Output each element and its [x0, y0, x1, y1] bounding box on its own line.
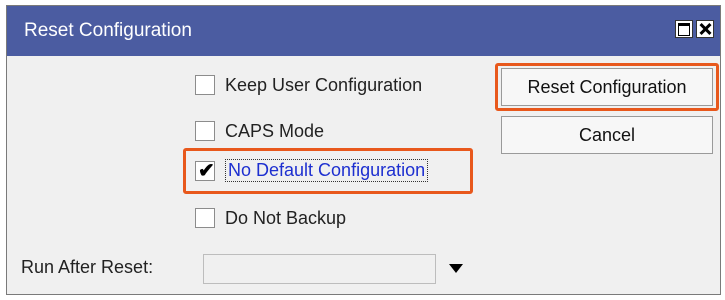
checkbox-label: Do Not Backup — [225, 208, 347, 228]
maximize-icon[interactable] — [675, 20, 693, 38]
checkbox-no-default-configuration[interactable]: ✔ — [195, 160, 215, 182]
reset-configuration-button[interactable]: Reset Configuration — [501, 68, 713, 106]
close-icon[interactable] — [696, 20, 714, 38]
checkbox-caps-mode[interactable] — [195, 121, 215, 141]
run-after-reset-label: Run After Reset: — [21, 257, 154, 277]
checkbox-do-not-backup[interactable] — [195, 208, 215, 228]
run-after-reset-select[interactable] — [203, 254, 436, 284]
window-title: Reset Configuration — [24, 20, 192, 41]
checkbox-label: No Default Configuration — [225, 159, 429, 182]
checkmark-icon: ✔ — [198, 160, 215, 182]
cancel-button[interactable]: Cancel — [501, 116, 713, 154]
title-bar: Reset Configuration — [7, 6, 720, 56]
reset-configuration-dialog: Reset Configuration Keep User Configurat… — [6, 5, 721, 295]
checkbox-label: CAPS Mode — [225, 121, 325, 141]
checkbox-label: Keep User Configuration — [225, 75, 423, 95]
dropdown-arrow-icon[interactable] — [449, 264, 463, 273]
checkbox-keep-user-configuration[interactable] — [195, 75, 215, 95]
